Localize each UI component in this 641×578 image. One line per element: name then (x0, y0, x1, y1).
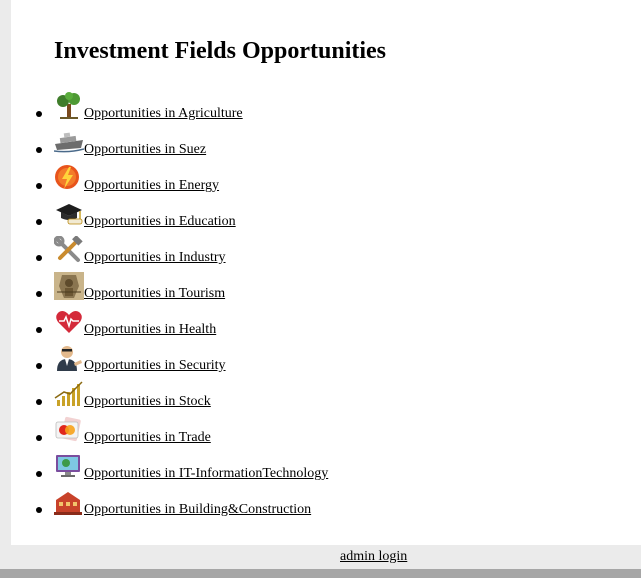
footer: admin login (0, 545, 641, 569)
bullet (36, 471, 42, 477)
list-item-it: Opportunities in IT-InformationTechnolog… (11, 450, 611, 486)
main-content: Investment Fields Opportunities Opportun… (11, 0, 641, 545)
link-security[interactable]: Opportunities in Security (84, 358, 226, 374)
tools-icon[interactable] (54, 236, 84, 264)
link-industry[interactable]: Opportunities in Industry (84, 250, 226, 266)
list-item-trade: Opportunities in Trade (11, 414, 611, 450)
guard-icon[interactable] (54, 344, 84, 372)
left-margin-strip (0, 0, 11, 545)
list-item-suez: Opportunities in Suez (11, 126, 611, 162)
page-title: Investment Fields Opportunities (54, 38, 387, 64)
bottom-bar (0, 569, 641, 578)
list-item-health: Opportunities in Health (11, 306, 611, 342)
bullet (36, 327, 42, 333)
list-item-tourism: Opportunities in Tourism (11, 270, 611, 306)
link-trade[interactable]: Opportunities in Trade (84, 430, 211, 446)
link-energy[interactable]: Opportunities in Energy (84, 178, 219, 194)
lightning-icon[interactable] (54, 164, 84, 192)
building-icon[interactable] (54, 488, 84, 516)
list-item-education: Opportunities in Education (11, 198, 611, 234)
link-suez[interactable]: Opportunities in Suez (84, 142, 206, 158)
list-item-building: Opportunities in Building&Construction (11, 486, 611, 522)
link-tourism[interactable]: Opportunities in Tourism (84, 286, 225, 302)
bullet (36, 255, 42, 261)
list-item-security: Opportunities in Security (11, 342, 611, 378)
credit-card-icon[interactable] (54, 416, 84, 444)
bullet (36, 183, 42, 189)
opportunities-list: Opportunities in Agriculture Opportuniti… (11, 90, 611, 522)
bullet (36, 507, 42, 513)
link-building-construction[interactable]: Opportunities in Building&Construction (84, 502, 311, 518)
list-item-energy: Opportunities in Energy (11, 162, 611, 198)
list-item-stock: Opportunities in Stock (11, 378, 611, 414)
link-health[interactable]: Opportunities in Health (84, 322, 216, 338)
bullet (36, 147, 42, 153)
ship-icon[interactable] (54, 128, 84, 156)
list-item-agriculture: Opportunities in Agriculture (11, 90, 611, 126)
growth-chart-icon[interactable] (54, 380, 84, 408)
list-item-industry: Opportunities in Industry (11, 234, 611, 270)
bullet (36, 363, 42, 369)
bullet (36, 435, 42, 441)
bullet (36, 111, 42, 117)
computer-icon[interactable] (54, 452, 84, 480)
bullet (36, 291, 42, 297)
tree-icon[interactable] (54, 92, 84, 120)
graduation-cap-icon[interactable] (54, 200, 84, 228)
admin-login-link[interactable]: admin login (340, 549, 407, 565)
link-it[interactable]: Opportunities in IT-InformationTechnolog… (84, 466, 328, 482)
pharaoh-icon[interactable] (54, 272, 84, 300)
bullet (36, 399, 42, 405)
link-education[interactable]: Opportunities in Education (84, 214, 236, 230)
link-stock[interactable]: Opportunities in Stock (84, 394, 211, 410)
bullet (36, 219, 42, 225)
link-agriculture[interactable]: Opportunities in Agriculture (84, 106, 243, 122)
heart-icon[interactable] (54, 308, 84, 336)
